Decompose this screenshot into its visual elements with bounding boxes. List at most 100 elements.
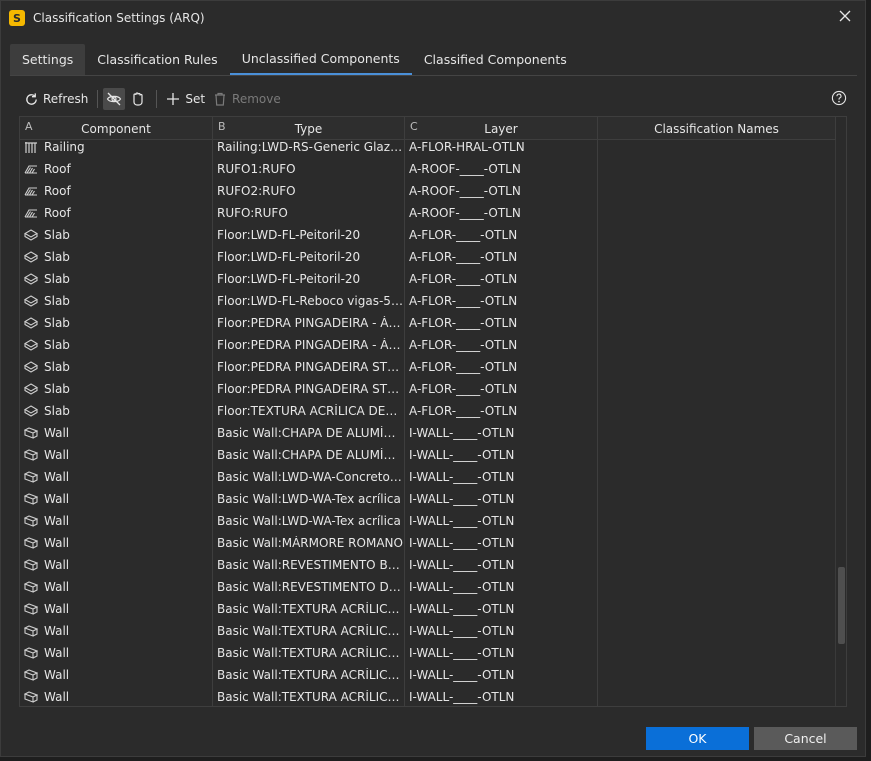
cell-type[interactable]: Basic Wall:LWD-WA-Concreto aparente bbox=[213, 466, 405, 488]
table-row[interactable]: Wall Basic Wall:TEXTURA ACRÍLICA BRANCA I-… bbox=[20, 686, 836, 706]
cell-classification-names[interactable] bbox=[598, 400, 836, 422]
cell-component[interactable]: Slab bbox=[20, 290, 213, 312]
column-header-type[interactable]: B Type bbox=[213, 117, 405, 140]
table-row[interactable]: Wall Basic Wall:LWD-WA-Tex acrílica I-WALL… bbox=[20, 510, 836, 532]
cell-classification-names[interactable] bbox=[598, 686, 836, 706]
table-row[interactable]: Wall Basic Wall:LWD-WA-Tex acrílica I-WALL… bbox=[20, 488, 836, 510]
cell-component[interactable]: Wall bbox=[20, 642, 213, 664]
cell-layer[interactable]: I-WALL-____-OTLN bbox=[405, 598, 598, 620]
cell-component[interactable]: Wall bbox=[20, 532, 213, 554]
table-row[interactable]: Slab Floor:LWD-FL-Peitoril-20 A-FLOR-____-… bbox=[20, 246, 836, 268]
cell-component[interactable]: Wall bbox=[20, 598, 213, 620]
cell-classification-names[interactable] bbox=[598, 642, 836, 664]
table-row[interactable]: Slab Floor:PEDRA PINGADEIRA STUDIO A-FLOR-… bbox=[20, 378, 836, 400]
cell-classification-names[interactable] bbox=[598, 268, 836, 290]
cell-component[interactable]: Slab bbox=[20, 312, 213, 334]
cell-component[interactable]: Wall bbox=[20, 444, 213, 466]
cell-classification-names[interactable] bbox=[598, 202, 836, 224]
cell-component[interactable]: Slab bbox=[20, 400, 213, 422]
cancel-button[interactable]: Cancel bbox=[754, 727, 857, 750]
cell-type[interactable]: Floor:PEDRA PINGADEIRA STUDIO bbox=[213, 378, 405, 400]
table-row[interactable]: Roof RUFO2:RUFO A-ROOF-____-OTLN bbox=[20, 180, 836, 202]
tab-classified-components[interactable]: Classified Components bbox=[412, 44, 579, 75]
cell-classification-names[interactable] bbox=[598, 554, 836, 576]
cell-layer[interactable]: I-WALL-____-OTLN bbox=[405, 554, 598, 576]
cell-type[interactable]: Basic Wall:TEXTURA ACRÍLICA BRANCA bbox=[213, 642, 405, 664]
table-row[interactable]: Wall Basic Wall:CHAPA DE ALUMÍNIO I-WALL-_… bbox=[20, 444, 836, 466]
cell-classification-names[interactable] bbox=[598, 576, 836, 598]
cell-layer[interactable]: I-WALL-____-OTLN bbox=[405, 444, 598, 466]
cell-component[interactable]: Wall bbox=[20, 664, 213, 686]
cell-component[interactable]: Wall bbox=[20, 620, 213, 642]
cell-layer[interactable]: A-FLOR-____-OTLN bbox=[405, 290, 598, 312]
table-row[interactable]: Slab Floor:LWD-FL-Peitoril-20 A-FLOR-____-… bbox=[20, 268, 836, 290]
cell-layer[interactable]: A-FLOR-____-OTLN bbox=[405, 378, 598, 400]
cell-layer[interactable]: A-FLOR-____-OTLN bbox=[405, 246, 598, 268]
cell-component[interactable]: Slab bbox=[20, 246, 213, 268]
cell-component[interactable]: Slab bbox=[20, 268, 213, 290]
close-icon[interactable] bbox=[837, 9, 853, 25]
table-row[interactable]: Slab Floor:PEDRA PINGADEIRA - Á DEFINIR A-… bbox=[20, 334, 836, 356]
table-row[interactable]: Wall Basic Wall:REVESTIMENTO BRANCO I-WALL… bbox=[20, 554, 836, 576]
remove-button[interactable]: Remove bbox=[209, 88, 285, 110]
cell-type[interactable]: RUFO:RUFO bbox=[213, 202, 405, 224]
table-row[interactable]: Slab Floor:LWD-FL-Peitoril-20 A-FLOR-____-… bbox=[20, 224, 836, 246]
cell-component[interactable]: Wall bbox=[20, 488, 213, 510]
table-row[interactable]: Wall Basic Wall:MÁRMORE ROMANO I-WALL-____… bbox=[20, 532, 836, 554]
cell-classification-names[interactable] bbox=[598, 532, 836, 554]
cell-layer[interactable]: A-FLOR-____-OTLN bbox=[405, 400, 598, 422]
table-row[interactable]: Roof RUFO:RUFO A-ROOF-____-OTLN bbox=[20, 202, 836, 224]
cell-component[interactable]: Wall bbox=[20, 422, 213, 444]
cell-type[interactable]: Basic Wall:LWD-WA-Tex acrílica bbox=[213, 488, 405, 510]
cell-classification-names[interactable] bbox=[598, 664, 836, 686]
cell-classification-names[interactable] bbox=[598, 290, 836, 312]
cell-type[interactable]: Basic Wall:REVESTIMENTO DE PEDRA bbox=[213, 576, 405, 598]
cell-layer[interactable]: I-WALL-____-OTLN bbox=[405, 488, 598, 510]
table-row[interactable]: Wall Basic Wall:TEXTURA ACRÍLICA BRANCA I-… bbox=[20, 598, 836, 620]
cell-layer[interactable]: I-WALL-____-OTLN bbox=[405, 510, 598, 532]
cell-component[interactable]: Wall bbox=[20, 466, 213, 488]
table-row[interactable]: Wall Basic Wall:LWD-WA-Concreto aparente I… bbox=[20, 466, 836, 488]
cell-layer[interactable]: I-WALL-____-OTLN bbox=[405, 422, 598, 444]
cell-classification-names[interactable] bbox=[598, 224, 836, 246]
cell-classification-names[interactable] bbox=[598, 356, 836, 378]
table-row[interactable]: Slab Floor:PEDRA PINGADEIRA STUDIO A-FLOR-… bbox=[20, 356, 836, 378]
cell-layer[interactable]: A-FLOR-____-OTLN bbox=[405, 224, 598, 246]
cell-layer[interactable]: A-FLOR-____-OTLN bbox=[405, 312, 598, 334]
cell-classification-names[interactable] bbox=[598, 444, 836, 466]
cell-component[interactable]: Slab bbox=[20, 334, 213, 356]
column-header-layer[interactable]: C Layer bbox=[405, 117, 598, 140]
table-row[interactable]: Wall Basic Wall:TEXTURA ACRÍLICA BRANCA I-… bbox=[20, 664, 836, 686]
cell-component[interactable]: Slab bbox=[20, 356, 213, 378]
cell-classification-names[interactable] bbox=[598, 488, 836, 510]
table-row[interactable]: Slab Floor:TEXTURA ACRÍLICA DESEMPENADA A-… bbox=[20, 400, 836, 422]
cell-layer[interactable]: A-ROOF-____-OTLN bbox=[405, 202, 598, 224]
hide-toggle-button[interactable] bbox=[103, 88, 126, 110]
tab-classification-rules[interactable]: Classification Rules bbox=[85, 44, 229, 75]
cell-type[interactable]: Basic Wall:MÁRMORE ROMANO bbox=[213, 532, 405, 554]
cell-classification-names[interactable] bbox=[598, 422, 836, 444]
cell-type[interactable]: Floor:PEDRA PINGADEIRA - Á DEFINIR bbox=[213, 312, 405, 334]
table-row[interactable]: Wall Basic Wall:REVESTIMENTO DE PEDRA I-WA… bbox=[20, 576, 836, 598]
cell-layer[interactable]: A-FLOR-____-OTLN bbox=[405, 268, 598, 290]
cell-type[interactable]: Floor:TEXTURA ACRÍLICA DESEMPENADA bbox=[213, 400, 405, 422]
cell-layer[interactable]: A-ROOF-____-OTLN bbox=[405, 158, 598, 180]
tab-unclassified-components[interactable]: Unclassified Components bbox=[229, 44, 412, 75]
cell-component[interactable]: Wall bbox=[20, 554, 213, 576]
cell-type[interactable]: Basic Wall:TEXTURA ACRÍLICA BRANCA bbox=[213, 664, 405, 686]
ok-button[interactable]: OK bbox=[646, 727, 749, 750]
cell-classification-names[interactable] bbox=[598, 510, 836, 532]
cell-type[interactable]: Basic Wall:TEXTURA ACRÍLICA BRANCA bbox=[213, 598, 405, 620]
cell-type[interactable]: Floor:PEDRA PINGADEIRA - Á DEFINIR bbox=[213, 334, 405, 356]
refresh-button[interactable]: Refresh bbox=[20, 88, 92, 110]
table-row[interactable]: Slab Floor:LWD-FL-Reboco vigas-50mm A-FLOR… bbox=[20, 290, 836, 312]
cell-layer[interactable]: I-WALL-____-OTLN bbox=[405, 532, 598, 554]
cell-classification-names[interactable] bbox=[598, 158, 836, 180]
cell-type[interactable]: Floor:LWD-FL-Peitoril-20 bbox=[213, 224, 405, 246]
cell-type[interactable]: Floor:LWD-FL-Peitoril-20 bbox=[213, 246, 405, 268]
cell-type[interactable]: Basic Wall:CHAPA DE ALUMÍNIO bbox=[213, 422, 405, 444]
cell-type[interactable]: Basic Wall:REVESTIMENTO BRANCO bbox=[213, 554, 405, 576]
cell-component[interactable]: Roof bbox=[20, 180, 213, 202]
cell-layer[interactable]: I-WALL-____-OTLN bbox=[405, 686, 598, 706]
cell-component[interactable]: Slab bbox=[20, 378, 213, 400]
